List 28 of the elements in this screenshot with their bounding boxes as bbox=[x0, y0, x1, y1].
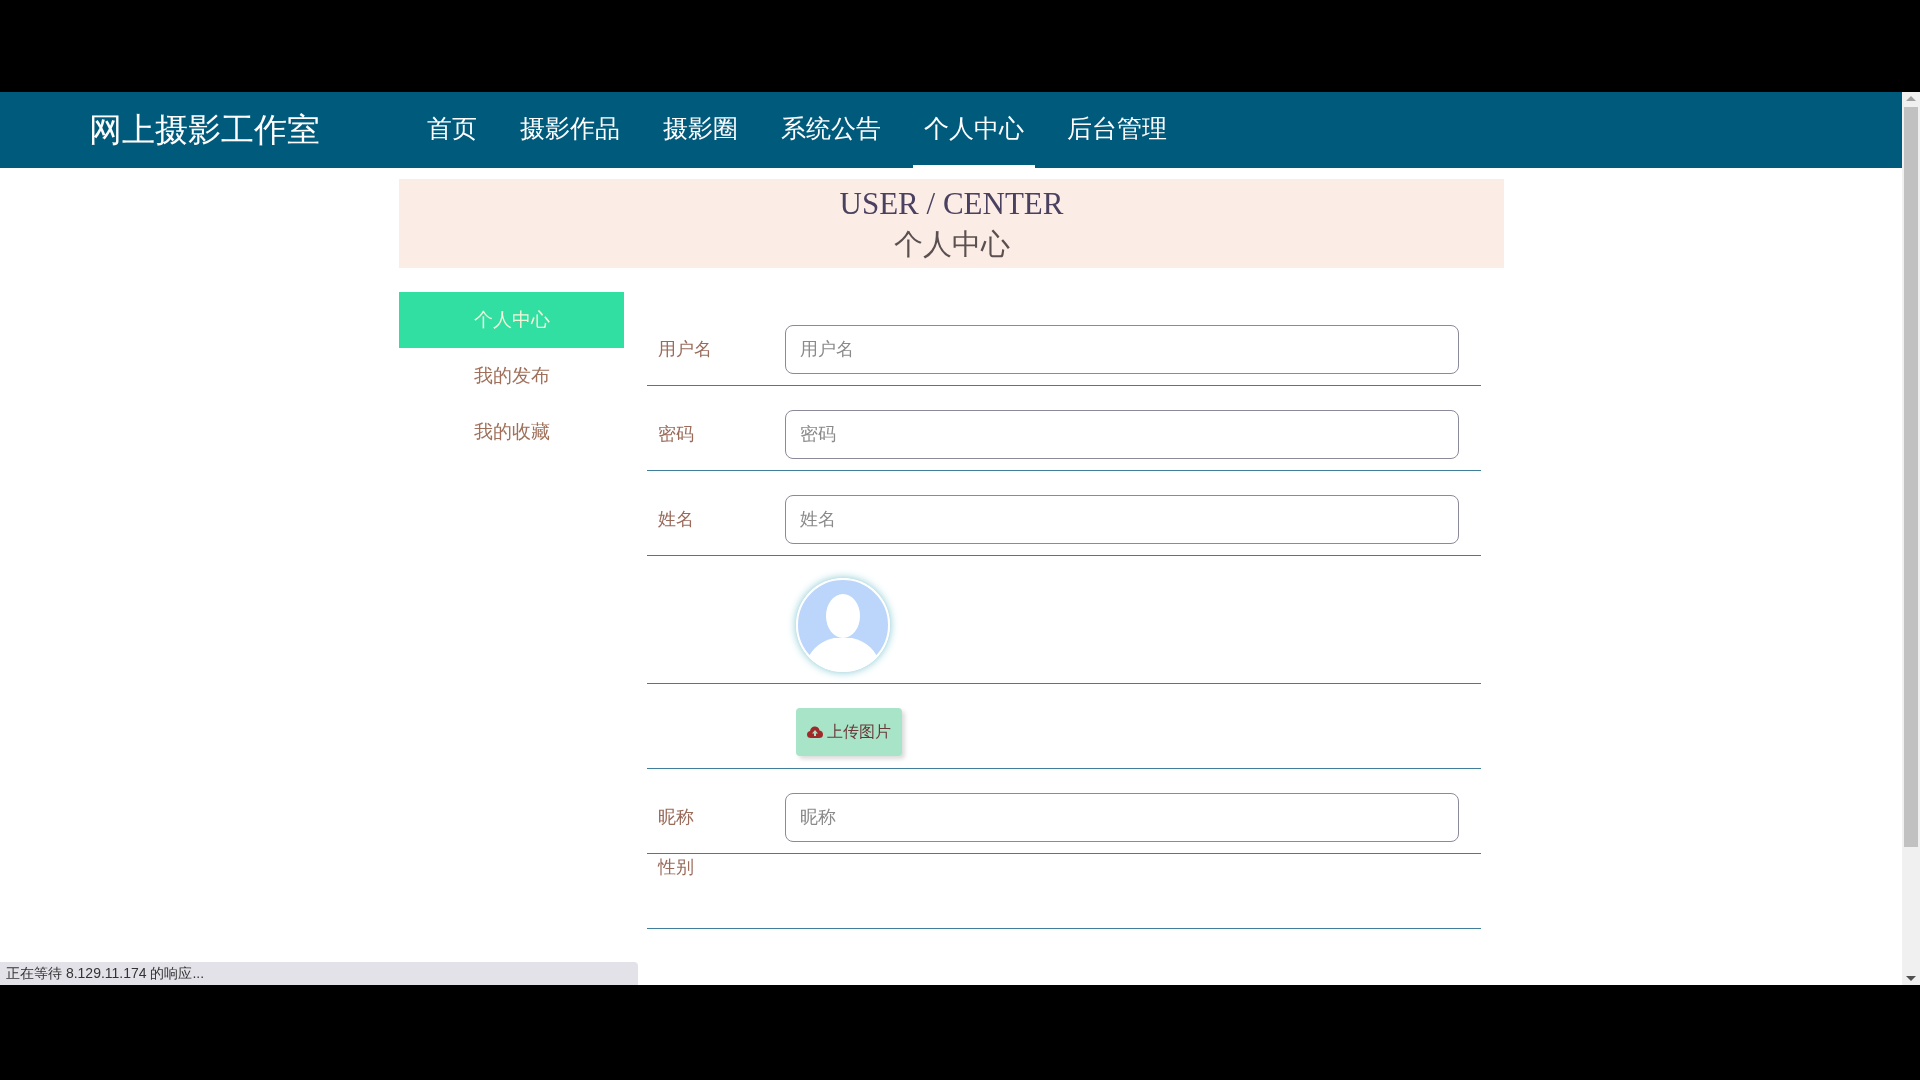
sidebar-item[interactable]: 我的发布 bbox=[399, 348, 624, 404]
input-field[interactable]: 昵称 bbox=[785, 793, 1459, 842]
scroll-up-icon[interactable] bbox=[1906, 96, 1916, 101]
nav-link[interactable]: 摄影作品 bbox=[509, 92, 631, 168]
status-bar: 正在等待 8.129.11.174 的响应... bbox=[0, 962, 638, 985]
field-label: 性别 bbox=[656, 856, 694, 879]
banner-title: USER / CENTER bbox=[839, 184, 1064, 223]
field-label: 姓名 bbox=[657, 508, 695, 531]
nav-link[interactable]: 后台管理 bbox=[1056, 92, 1178, 168]
field-label: 密码 bbox=[657, 423, 695, 446]
field-label: 昵称 bbox=[657, 806, 695, 829]
banner-subtitle: 个人中心 bbox=[893, 226, 1010, 262]
sidebar-item[interactable]: 我的收藏 bbox=[399, 404, 624, 460]
cloud-upload-icon bbox=[807, 726, 823, 738]
scroll-down-icon[interactable] bbox=[1906, 976, 1916, 981]
field-label: 用户名 bbox=[657, 338, 713, 361]
input-field[interactable]: 姓名 bbox=[785, 495, 1459, 544]
scrollbar[interactable] bbox=[1902, 92, 1920, 985]
input-field[interactable]: 用户名 bbox=[785, 325, 1459, 374]
scrollbar-thumb[interactable] bbox=[1904, 107, 1918, 847]
nav-link[interactable]: 首页 bbox=[416, 92, 488, 168]
input-field[interactable]: 密码 bbox=[785, 410, 1459, 459]
nav-link[interactable]: 个人中心 bbox=[913, 92, 1035, 168]
nav-link[interactable]: 系统公告 bbox=[770, 92, 892, 168]
avatar-icon bbox=[796, 578, 890, 672]
upload-button[interactable]: 上传图片 bbox=[796, 708, 902, 756]
site-title: 网上摄影工作室 bbox=[89, 110, 321, 151]
nav-link[interactable]: 摄影圈 bbox=[652, 92, 749, 168]
